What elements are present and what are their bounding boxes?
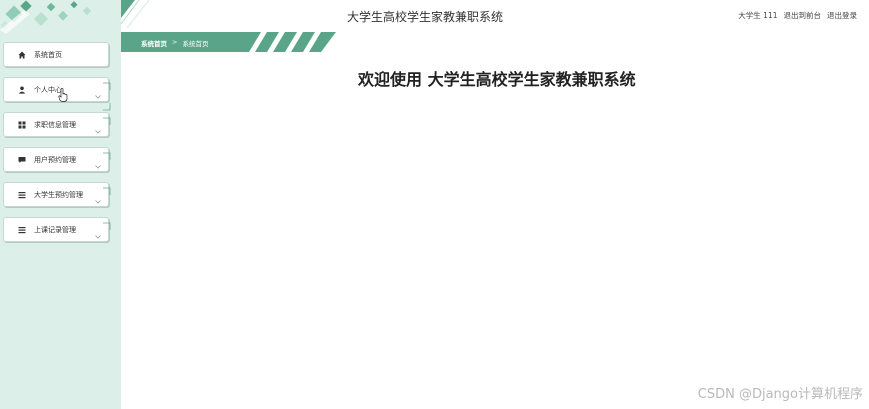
breadcrumb: 系统首页 > 系统首页 [121,32,336,52]
app-window: 系统首页 个人中心 求职信息管理 用户预约管理 大学生预约管理 上课记录管理 大… [0,0,869,409]
chevron-down-icon [94,156,102,169]
sidebar-item-label: 用户预约管理 [34,155,76,164]
sidebar-item-label: 大学生预约管理 [34,190,83,199]
breadcrumb-root[interactable]: 系统首页 [141,38,167,48]
home-icon [17,50,27,60]
sidebar-item-label: 求职信息管理 [34,120,76,129]
chevron-down-icon [94,226,102,239]
sidebar-item-home[interactable]: 系统首页 [3,42,109,67]
sidebar-item-student-booking[interactable]: 大学生预约管理 [3,180,111,207]
corner-decoration [103,145,111,160]
sidebar-item-personal-center[interactable]: 个人中心 [3,75,111,111]
list-icon [17,225,27,235]
chat-icon [17,155,27,165]
corner-decoration [103,96,111,111]
welcome-heading: 欢迎使用 大学生高校学生家教兼职系统 [358,70,636,89]
chevron-down-icon [94,86,102,99]
sidebar-item-label: 上课记录管理 [34,225,76,234]
breadcrumb-separator: > [172,38,178,46]
page-title: 大学生高校学生家教兼职系统 [347,10,504,24]
sidebar-item-class-records[interactable]: 上课记录管理 [3,215,111,242]
hand-cursor-icon [58,88,68,102]
chevron-down-icon [94,191,102,204]
breadcrumb-current: 系统首页 [182,40,209,48]
chevron-down-icon [94,121,102,134]
corner-decoration [103,75,111,90]
sidebar: 系统首页 个人中心 求职信息管理 用户预约管理 大学生预约管理 上课记录管理 [0,0,121,409]
header-user-area: 大学生 111 退出到前台 退出登录 [738,10,857,21]
person-icon [17,85,27,95]
corner-decoration [103,180,111,195]
watermark: CSDN @Django计算机程序 [697,387,863,402]
current-user-label: 大学生 111 [738,11,778,20]
corner-decoration [103,215,111,230]
corner-decoration [103,110,111,125]
logout-link[interactable]: 退出登录 [827,10,857,21]
sidebar-logo-decoration [0,0,121,38]
sidebar-item-job-info[interactable]: 求职信息管理 [3,110,111,137]
to-frontend-link[interactable]: 退出到前台 [784,10,822,21]
top-header: 大学生高校学生家教兼职系统 大学生 111 退出到前台 退出登录 [121,0,869,32]
sidebar-item-label: 系统首页 [34,50,62,59]
list-icon [17,190,27,200]
sidebar-item-user-booking[interactable]: 用户预约管理 [3,145,111,172]
header-decoration [121,0,150,28]
grid-icon [17,120,27,130]
